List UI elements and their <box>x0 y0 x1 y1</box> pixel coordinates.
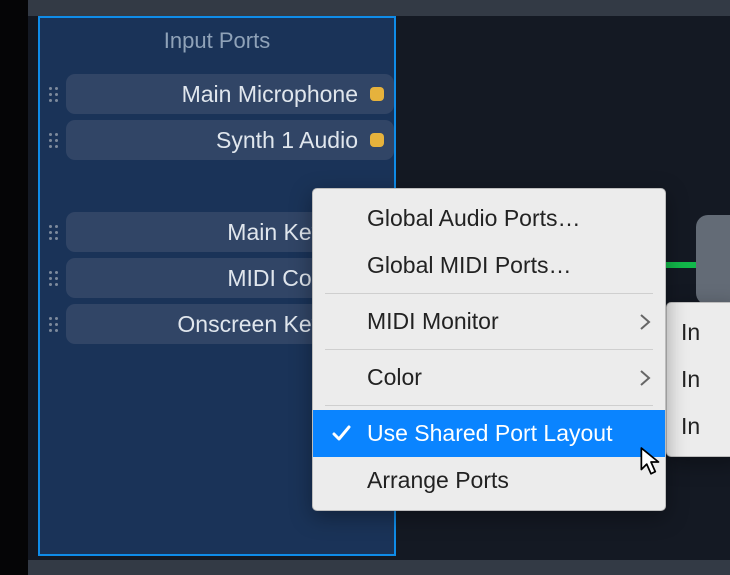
drag-handle-icon[interactable] <box>46 133 60 148</box>
menu-label: Arrange Ports <box>367 467 509 494</box>
submenu-item[interactable]: In <box>667 403 730 450</box>
audio-port-row[interactable]: Synth 1 Audio <box>44 120 394 160</box>
menu-label: Color <box>367 364 422 391</box>
port-synth-1-audio[interactable]: Synth 1 Audio <box>66 120 394 160</box>
drag-handle-icon[interactable] <box>46 87 60 102</box>
chevron-right-icon <box>639 314 651 330</box>
menu-global-audio-ports[interactable]: Global Audio Ports… <box>313 195 665 242</box>
downstream-node[interactable] <box>696 215 730 305</box>
menu-label: Global MIDI Ports… <box>367 252 572 279</box>
menu-separator <box>325 405 653 406</box>
menu-label: Global Audio Ports… <box>367 205 581 232</box>
audio-indicator-icon <box>370 87 384 101</box>
submenu-item[interactable]: In <box>667 309 730 356</box>
check-icon <box>331 423 351 443</box>
menu-label: MIDI Monitor <box>367 308 499 335</box>
port-main-microphone[interactable]: Main Microphone <box>66 74 394 114</box>
menu-use-shared-port-layout[interactable]: Use Shared Port Layout <box>313 410 665 457</box>
menu-color[interactable]: Color <box>313 354 665 401</box>
submenu-item[interactable]: In <box>667 356 730 403</box>
menu-arrange-ports[interactable]: Arrange Ports <box>313 457 665 504</box>
menu-separator <box>325 349 653 350</box>
drag-handle-icon[interactable] <box>46 225 60 240</box>
midi-monitor-submenu[interactable]: In In In <box>666 302 730 457</box>
context-menu[interactable]: Global Audio Ports… Global MIDI Ports… M… <box>312 188 666 511</box>
panel-title: Input Ports <box>40 18 394 68</box>
drag-handle-icon[interactable] <box>46 317 60 332</box>
menu-separator <box>325 293 653 294</box>
drag-handle-icon[interactable] <box>46 271 60 286</box>
frame-chrome-bottom <box>28 560 730 575</box>
audio-indicator-icon <box>370 133 384 147</box>
port-label: Synth 1 Audio <box>66 127 360 154</box>
chevron-right-icon <box>639 370 651 386</box>
port-label: Main Microphone <box>66 81 360 108</box>
menu-global-midi-ports[interactable]: Global MIDI Ports… <box>313 242 665 289</box>
audio-port-row[interactable]: Main Microphone <box>44 74 394 114</box>
menu-midi-monitor[interactable]: MIDI Monitor <box>313 298 665 345</box>
frame-chrome-top <box>28 0 730 16</box>
menu-label: Use Shared Port Layout <box>367 420 612 447</box>
